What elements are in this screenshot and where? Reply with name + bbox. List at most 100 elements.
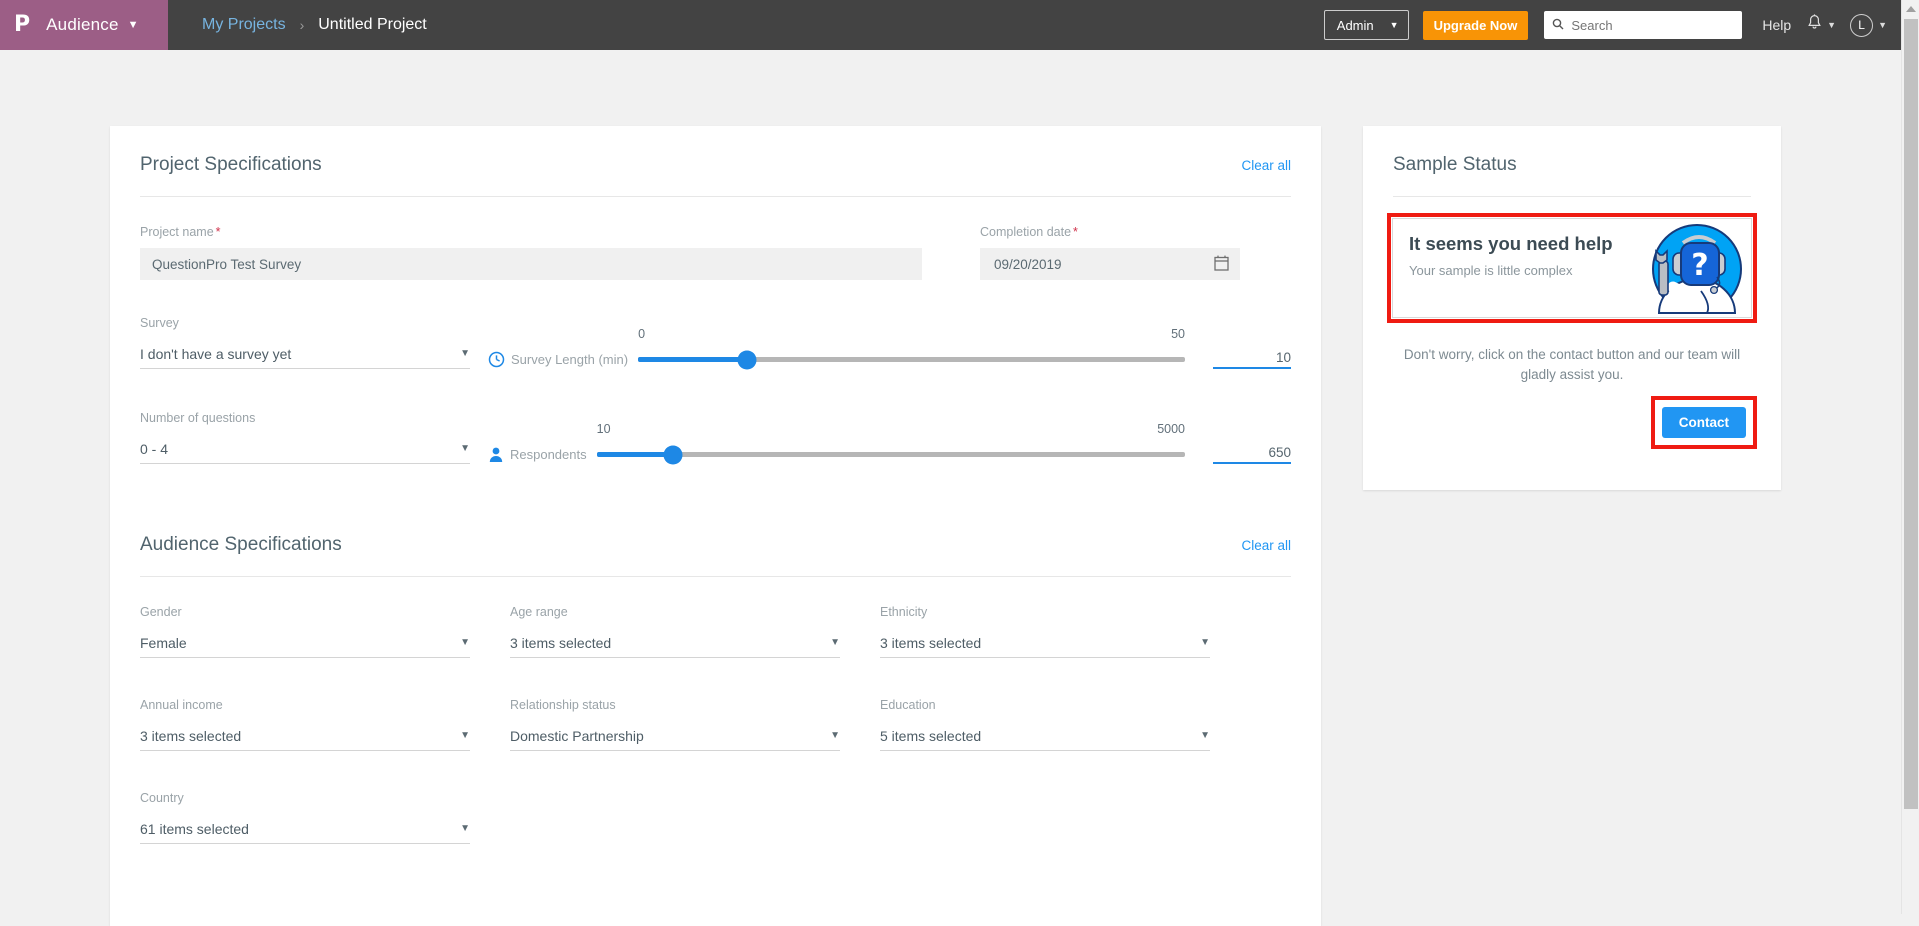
- survey-length-slider-row: Survey Length (min) 0 50 10: [488, 327, 1291, 369]
- specifications-card: Project Specifications Clear all Project…: [110, 126, 1321, 926]
- education-select[interactable]: 5 items selected ▼: [880, 721, 1210, 751]
- ethnicity-select[interactable]: 3 items selected ▼: [880, 628, 1210, 658]
- chevron-down-icon: ▼: [460, 823, 470, 834]
- chevron-down-icon: ▼: [460, 348, 470, 359]
- help-banner[interactable]: It seems you need help Your sample is li…: [1392, 218, 1752, 318]
- contact-button[interactable]: Contact: [1661, 407, 1746, 438]
- breadcrumb-my-projects[interactable]: My Projects: [202, 16, 286, 34]
- survey-length-track-area: 0 50: [638, 327, 1185, 369]
- survey-length-slider-group: Survey Length (min) 0 50 10: [470, 327, 1291, 369]
- audience-spec-form: Gender Female ▼ Age range 3 items select…: [110, 577, 1321, 844]
- respondents-slider[interactable]: [596, 445, 1185, 464]
- page-title: Project Specifications: [140, 154, 322, 175]
- education-value: 5 items selected: [880, 727, 982, 744]
- survey-select[interactable]: I don't have a survey yet ▼: [140, 339, 470, 369]
- respondents-label: Respondents: [510, 447, 587, 462]
- relationship-status-value: Domestic Partnership: [510, 727, 644, 744]
- search-box[interactable]: [1544, 11, 1743, 39]
- respondents-track-fill: [596, 452, 674, 457]
- number-of-questions-value: 0 - 4: [140, 440, 169, 457]
- respondents-range-labels: 10 5000: [597, 422, 1185, 436]
- annual-income-value: 3 items selected: [140, 727, 242, 744]
- name-date-row: Project name * QuestionPro Test Survey Co…: [140, 197, 1291, 280]
- admin-label: Admin: [1336, 17, 1374, 33]
- annual-income-select[interactable]: 3 items selected ▼: [140, 721, 470, 751]
- project-name-field-group: Project name * QuestionPro Test Survey: [140, 225, 922, 280]
- help-link[interactable]: Help: [1762, 17, 1791, 33]
- education-label: Education: [880, 698, 936, 712]
- country-value: 61 items selected: [140, 820, 249, 837]
- page-content: Project Specifications Clear all Project…: [0, 50, 1901, 926]
- top-bar-actions: Admin ▼ Upgrade Now Help ▼ L ▼: [1323, 10, 1901, 40]
- survey-length-slider[interactable]: [638, 350, 1185, 369]
- chevron-down-icon: ▼: [1878, 20, 1887, 30]
- completion-date-label: Completion date *: [980, 225, 1078, 239]
- age-range-field-group: Age range 3 items selected ▼: [510, 605, 840, 658]
- project-spec-header: Project Specifications Clear all: [110, 126, 1321, 196]
- number-of-questions-select[interactable]: 0 - 4 ▼: [140, 434, 470, 464]
- gender-select[interactable]: Female ▼: [140, 628, 470, 658]
- country-select[interactable]: 61 items selected ▼: [140, 814, 470, 844]
- page-scrollbar[interactable]: [1901, 0, 1919, 914]
- search-icon: [1552, 18, 1564, 33]
- audience-row-1: Gender Female ▼ Age range 3 items select…: [140, 577, 1291, 658]
- number-of-questions-field-group: Number of questions 0 - 4 ▼: [140, 411, 470, 464]
- upgrade-now-button[interactable]: Upgrade Now: [1422, 10, 1529, 40]
- breadcrumb-current-project: Untitled Project: [318, 16, 427, 33]
- respondents-slider-group: Respondents 10 5000 650: [470, 422, 1291, 464]
- completion-date-value: 09/20/2019: [994, 256, 1062, 272]
- brand-menu[interactable]: P Audience ▼: [0, 0, 168, 50]
- number-of-questions-label: Number of questions: [140, 411, 256, 425]
- survey-length-slider-handle[interactable]: [737, 350, 757, 369]
- scrollbar-thumb[interactable]: [1904, 19, 1918, 809]
- gender-field-group: Gender Female ▼: [140, 605, 470, 658]
- chevron-down-icon: ▼: [1200, 730, 1210, 741]
- notifications-button[interactable]: ▼: [1807, 14, 1836, 36]
- survey-length-label: Survey Length (min): [511, 352, 629, 367]
- svg-text:?: ?: [1691, 248, 1708, 283]
- country-field-group: Country 61 items selected ▼: [140, 791, 470, 844]
- respondents-track-area: 10 5000: [596, 422, 1185, 464]
- admin-menu-button[interactable]: Admin ▼: [1323, 10, 1409, 40]
- breadcrumb: My Projects › Untitled Project: [202, 16, 1324, 34]
- person-icon: [488, 446, 504, 463]
- survey-length-value-input[interactable]: 10: [1213, 350, 1291, 369]
- annual-income-label: Annual income: [140, 698, 223, 712]
- project-spec-clear-all[interactable]: Clear all: [1241, 130, 1291, 173]
- respondents-min: 10: [596, 422, 611, 436]
- project-name-input[interactable]: QuestionPro Test Survey: [140, 248, 922, 280]
- respondents-max: 5000: [1157, 422, 1185, 436]
- ethnicity-label: Ethnicity: [880, 605, 928, 619]
- required-marker: *: [215, 225, 221, 239]
- sample-status-card: Sample Status It seems you need help You…: [1363, 126, 1781, 490]
- completion-date-field-group: Completion date * 09/20/2019: [980, 225, 1240, 280]
- survey-length-track-fill: [638, 357, 748, 362]
- audience-row-2: Annual income 3 items selected ▼ Relatio…: [140, 658, 1291, 751]
- help-banner-highlight: It seems you need help Your sample is li…: [1387, 213, 1757, 323]
- audience-spec-clear-all[interactable]: Clear all: [1241, 510, 1291, 553]
- chevron-down-icon: ▼: [460, 443, 470, 454]
- age-range-select[interactable]: 3 items selected ▼: [510, 628, 840, 658]
- scroll-up-arrow-icon[interactable]: [1902, 0, 1919, 18]
- relationship-status-field-group: Relationship status Domestic Partnership…: [510, 698, 840, 751]
- search-input[interactable]: [1569, 16, 1735, 34]
- gender-label: Gender: [140, 605, 182, 619]
- respondents-slider-handle[interactable]: [663, 445, 683, 464]
- respondents-row: Number of questions 0 - 4 ▼ Respondents …: [140, 411, 1291, 464]
- chevron-down-icon: ▼: [830, 637, 840, 648]
- calendar-icon[interactable]: [1214, 255, 1229, 274]
- relationship-status-select[interactable]: Domestic Partnership ▼: [510, 721, 840, 751]
- gender-value: Female: [140, 634, 187, 651]
- avatar[interactable]: L: [1850, 13, 1874, 37]
- respondents-value-input[interactable]: 650: [1213, 445, 1291, 464]
- completion-date-input[interactable]: 09/20/2019: [980, 248, 1240, 280]
- breadcrumb-separator-icon: ›: [299, 17, 305, 33]
- chevron-down-icon: ▼: [127, 19, 139, 31]
- country-label: Country: [140, 791, 184, 805]
- annual-income-field-group: Annual income 3 items selected ▼: [140, 698, 470, 751]
- ethnicity-value: 3 items selected: [880, 634, 982, 651]
- sample-status-header: Sample Status: [1363, 126, 1781, 196]
- sample-status-title: Sample Status: [1393, 154, 1517, 175]
- project-name-label: Project name *: [140, 225, 221, 239]
- bell-icon: [1807, 14, 1822, 36]
